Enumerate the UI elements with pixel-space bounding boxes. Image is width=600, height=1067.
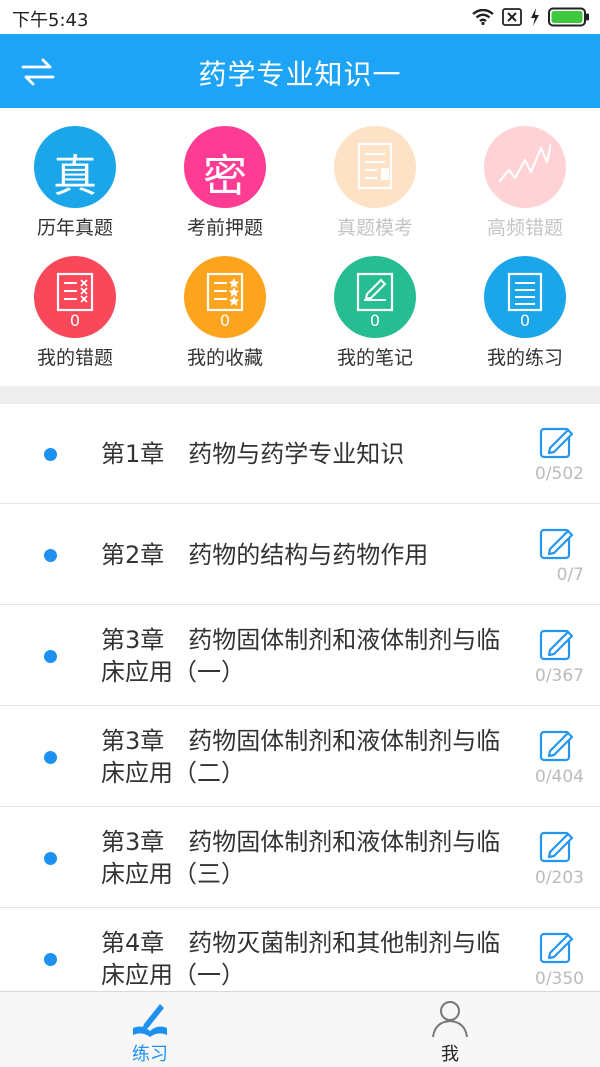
- grid-item-label: 高频错题: [486, 217, 563, 239]
- grid-item-label: 考前押题: [186, 217, 263, 239]
- chapter-progress: 0/350: [535, 969, 584, 989]
- zhen-glyph-icon: 真: [53, 151, 97, 202]
- grid-item-label: 我的错题: [36, 347, 113, 369]
- chapter-title: 第2章 药物的结构与药物作用: [101, 541, 429, 569]
- edit-icon[interactable]: [538, 929, 576, 967]
- grid-item-my-notes[interactable]: 0 我的笔记: [300, 238, 450, 369]
- trend-line-icon: [499, 143, 551, 183]
- exam-paper-icon: [357, 142, 393, 190]
- grid-item-my-wrong[interactable]: 0 我的错题: [0, 238, 150, 369]
- grid-icon-bg: 0: [484, 256, 566, 338]
- bullet-icon: [44, 650, 57, 663]
- grid-icon-bg: [334, 126, 416, 208]
- chapter-progress: 0/367: [535, 666, 584, 686]
- bullet-icon: [44, 852, 57, 865]
- grid-item-label: 历年真题: [36, 217, 113, 239]
- status-time: 下午5:43: [12, 10, 89, 31]
- grid-item-mock-exam[interactable]: 真题模考: [300, 108, 450, 239]
- mi-glyph-icon: 密: [203, 151, 247, 202]
- user-icon: [432, 1001, 468, 1038]
- edit-icon[interactable]: [538, 727, 576, 765]
- tab-practice[interactable]: 练习: [0, 992, 300, 1067]
- bullet-icon: [44, 448, 57, 461]
- chapter-row[interactable]: 第3章 药物固体制剂和液体制剂与临床应用（三） 0/203: [0, 808, 600, 908]
- grid-item-label: 我的笔记: [336, 347, 413, 369]
- note-pen-icon: [356, 272, 394, 312]
- grid-item-label: 我的收藏: [186, 347, 263, 369]
- chapter-progress: 0/404: [535, 767, 584, 787]
- chapter-progress: 0/203: [535, 868, 584, 888]
- function-grid: 真 历年真题 密 考前押题 真题模考 高频错题 0 我的错题 0 我的收藏 0 …: [0, 108, 600, 386]
- wrong-count: 0: [69, 311, 81, 330]
- chapter-title: 第4章 药物灭菌制剂和其他制剂与临床应用（一）: [101, 929, 501, 989]
- grid-item-predicted[interactable]: 密 考前押题: [150, 108, 300, 239]
- bullet-icon: [44, 953, 57, 966]
- grid-item-label: 我的练习: [486, 347, 563, 369]
- no-sim-icon: [502, 8, 522, 26]
- pencil-book-icon: [133, 1004, 167, 1037]
- status-icons: [472, 6, 590, 28]
- grid-icon-bg: 0: [184, 256, 266, 338]
- chapter-progress: 0/7: [556, 565, 584, 585]
- practice-book-icon: [507, 272, 543, 312]
- grid-icon-bg: 0: [34, 256, 116, 338]
- grid-icon-bg: 真: [34, 126, 116, 208]
- tab-label: 练习: [132, 1044, 168, 1065]
- chapter-title: 第1章 药物与药学专业知识: [101, 440, 405, 468]
- bullet-icon: [44, 549, 57, 562]
- favorites-count: 0: [219, 311, 231, 330]
- status-bar: 下午5:43: [0, 0, 600, 34]
- charging-icon: [531, 8, 539, 26]
- notes-count: 0: [369, 311, 381, 330]
- battery-icon: [548, 7, 589, 27]
- chapter-title: 第3章 药物固体制剂和液体制剂与临床应用（一）: [101, 626, 501, 686]
- grid-icon-bg: 密: [184, 126, 266, 208]
- chapter-list: 第1章 药物与药学专业知识 0/502 第2章 药物的结构与药物作用 0/7 第…: [0, 404, 600, 992]
- grid-item-my-favorites[interactable]: 0 我的收藏: [150, 238, 300, 369]
- tab-label: 我: [441, 1044, 459, 1065]
- edit-icon[interactable]: [538, 828, 576, 866]
- page-title: 药学专业知识一: [198, 58, 402, 91]
- chapter-title: 第3章 药物固体制剂和液体制剂与临床应用（二）: [101, 727, 501, 787]
- practice-count: 0: [519, 311, 531, 330]
- chapter-row[interactable]: 第4章 药物灭菌制剂和其他制剂与临床应用（一） 0/350: [0, 909, 600, 992]
- edit-icon[interactable]: [538, 626, 576, 664]
- chapter-progress: 0/502: [535, 464, 584, 484]
- bullet-icon: [44, 751, 57, 764]
- grid-icon-bg: [484, 126, 566, 208]
- app-header: 药学专业知识一: [0, 34, 600, 108]
- grid-item-frequent-errors[interactable]: 高频错题: [450, 108, 600, 239]
- chapter-row[interactable]: 第3章 药物固体制剂和液体制剂与临床应用（二） 0/404: [0, 707, 600, 807]
- edit-icon[interactable]: [538, 525, 576, 563]
- grid-icon-bg: 0: [334, 256, 416, 338]
- tab-me[interactable]: 我: [300, 992, 600, 1067]
- bottom-tab-bar: 练习 我: [0, 991, 600, 1067]
- chapter-row[interactable]: 第1章 药物与药学专业知识 0/502: [0, 404, 600, 504]
- chapter-title: 第3章 药物固体制剂和液体制剂与临床应用（三）: [101, 828, 501, 888]
- wifi-icon: [472, 9, 494, 25]
- chapter-row[interactable]: 第2章 药物的结构与药物作用 0/7: [0, 505, 600, 605]
- chapter-row[interactable]: 第3章 药物固体制剂和液体制剂与临床应用（一） 0/367: [0, 606, 600, 706]
- wrong-list-icon: [56, 272, 94, 312]
- grid-item-label: 真题模考: [336, 217, 413, 239]
- edit-icon[interactable]: [538, 424, 576, 462]
- star-list-icon: [206, 272, 244, 312]
- grid-item-my-practice[interactable]: 0 我的练习: [450, 238, 600, 369]
- grid-item-past-exams[interactable]: 真 历年真题: [0, 108, 150, 239]
